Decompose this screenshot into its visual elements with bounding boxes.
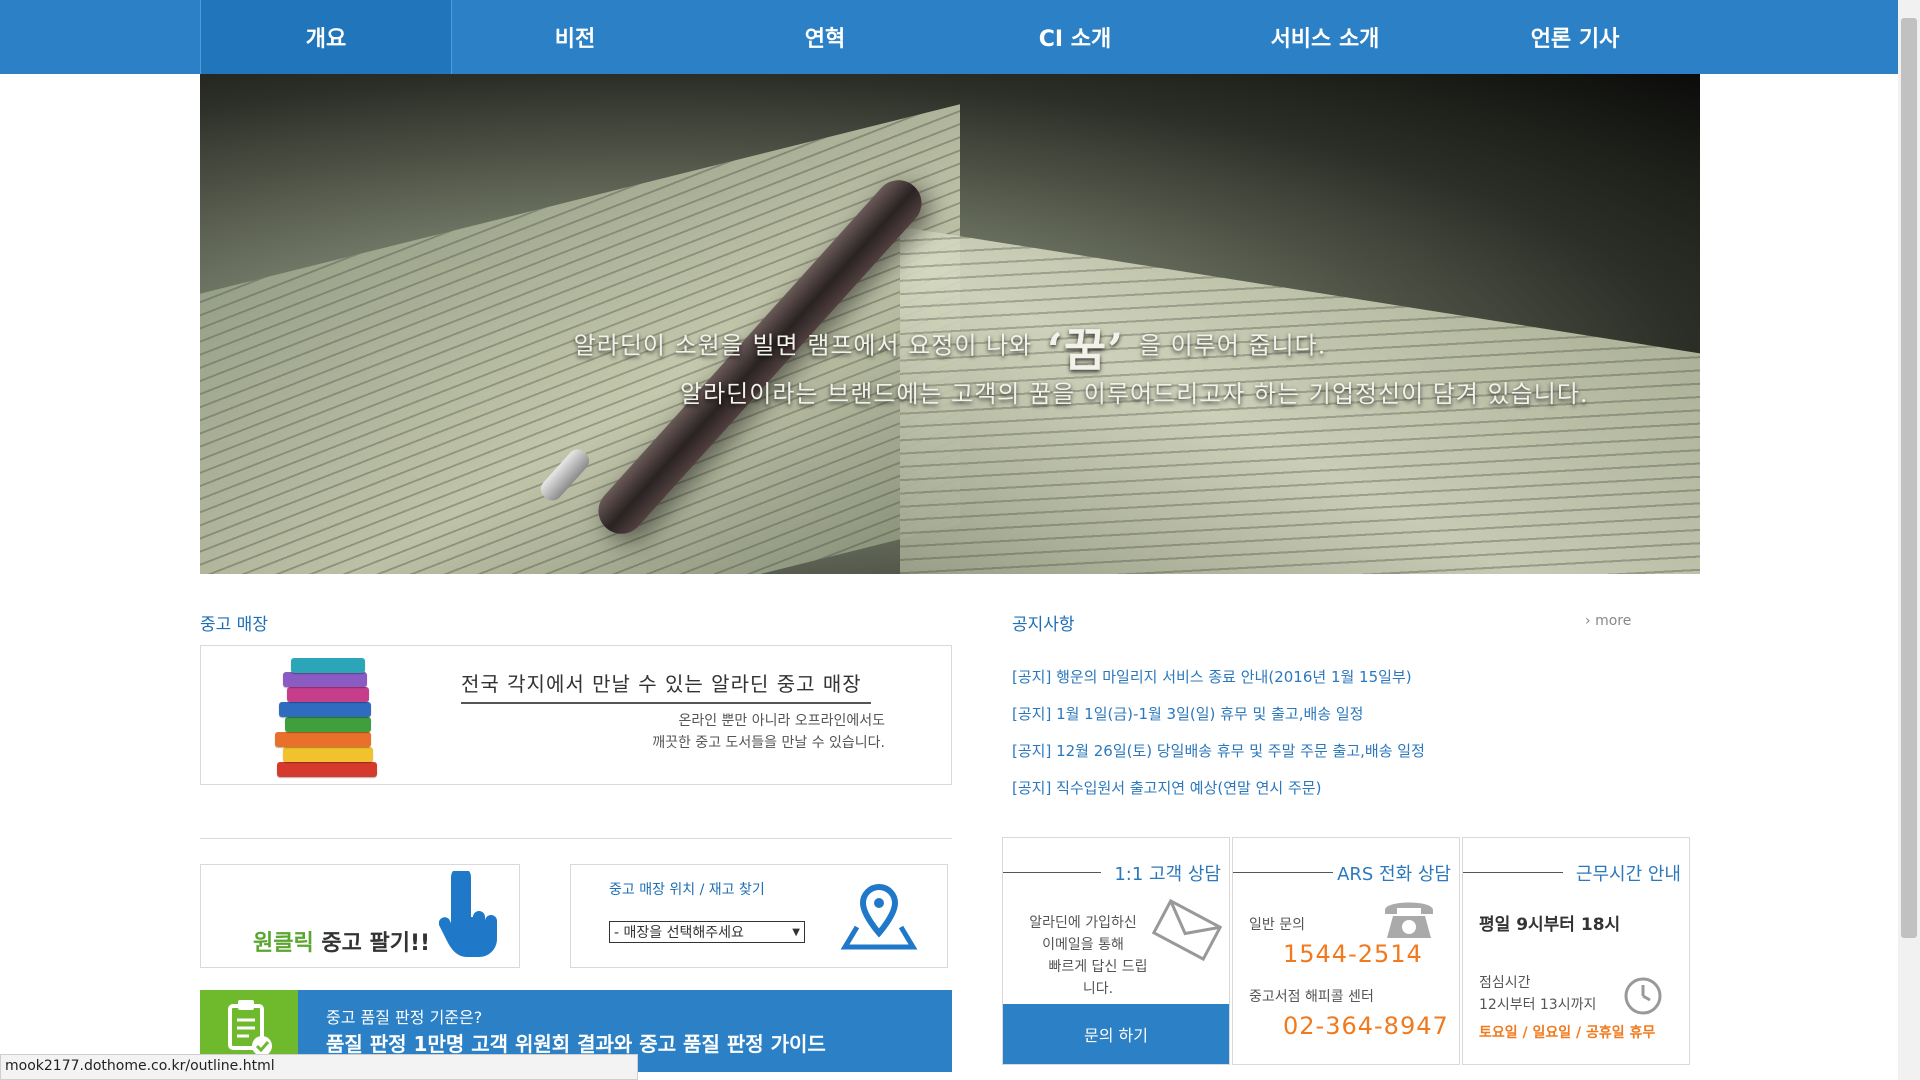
clock-icon [1624,977,1662,1015]
pointing-hand-icon [439,871,497,957]
weekday-hours: 평일 9시부터 18시 [1479,915,1621,935]
nav-item-overview[interactable]: 개요 [200,0,452,74]
store-select-value: - 매장을 선택해주세요 [614,925,744,941]
hero-tagline: 알라딘이 소원을 빌면 램프에서 요정이 나와 ‘꿈’ 을 이루어 줍니다. [200,314,1700,380]
consult-desc-line3: 빠르게 답신 드립니다. [1048,959,1148,997]
used-store-banner[interactable]: 전국 각지에서 만날 수 있는 알라딘 중고 매장 온라인 뿐만 아니라 오프라… [200,645,952,785]
notice-item[interactable]: [공지] 1월 1일(금)-1월 3일(일) 휴무 및 출고,배송 일정 [1012,703,1363,724]
general-inquiry-number[interactable]: 1544-2514 [1283,940,1423,968]
store-finder: 중고 매장 위치 / 재고 찾기 - 매장을 선택해주세요 ▼ [570,864,948,968]
envelope-icon [1151,898,1223,962]
closed-days: 토요일 / 일요일 / 공휴일 휴무 [1479,1025,1656,1041]
dropdown-arrow-icon: ▼ [792,926,800,938]
more-label: more [1595,613,1632,629]
telephone-icon [1385,902,1433,938]
nav-item-ci[interactable]: CI 소개 [950,0,1200,74]
lunch-info: 점심시간 12시부터 13시까지 [1479,972,1596,1016]
map-pin-icon[interactable] [839,883,919,951]
hero-dream-word: ‘꿈’ [1046,323,1125,377]
scrollbar-thumb[interactable] [1901,18,1917,938]
hours-title: 근무시간 안내 [1575,864,1681,885]
nav-item-service[interactable]: 서비스 소개 [1200,0,1450,74]
ars-phone-consult-box: ARS 전화 상담 일반 문의 1544-2514 중고서점 해피콜 센터 02… [1232,837,1460,1065]
headline-underline [461,702,871,704]
top-nav: 개요 비전 연혁 CI 소개 서비스 소개 언론 기사 [0,0,1898,74]
hero-tagline-start: 알라딘이 소원을 빌면 램프에서 요정이 나와 [573,331,1033,360]
notices-more-link[interactable]: › more [1585,613,1631,629]
used-store-desc-line2: 깨끗한 중고 도서들을 만날 수 있습니다. [652,735,885,751]
title-rule [1233,872,1333,873]
notice-item[interactable]: [공지] 행운의 마일리지 서비스 종료 안내(2016년 1월 15일부) [1012,666,1412,687]
nav-item-press[interactable]: 언론 기사 [1450,0,1700,74]
used-store-description: 온라인 뿐만 아니라 오프라인에서도 깨끗한 중고 도서들을 만날 수 있습니다… [652,710,885,754]
hero-banner: 알라딘이 소원을 빌면 램프에서 요정이 나와 ‘꿈’ 을 이루어 줍니다. 알… [200,74,1700,574]
one-click-sell-button[interactable]: 원클릭 중고 팔기!! [200,864,520,968]
quality-question: 중고 품질 판정 기준은? [326,1008,483,1027]
consult-desc-line2: 이메일을 통해 [1042,937,1124,953]
consult-title: 1:1 고객 상담 [1114,864,1221,885]
status-url: mook2177.dothome.co.kr/outline.html [5,1058,275,1074]
used-store-title: 중고 매장 [200,615,268,635]
one-click-rest: 중고 팔기!! [313,931,431,956]
inquiry-button[interactable]: 문의 하기 [1003,1004,1229,1064]
happy-call-label: 중고서점 해피콜 센터 [1249,989,1374,1005]
general-inquiry-label: 일반 문의 [1249,917,1305,933]
store-select-dropdown[interactable]: - 매장을 선택해주세요 ▼ [609,921,805,943]
hero-tagline-end: 을 이루어 줍니다. [1138,331,1327,360]
book-stack-icon [271,654,381,779]
title-rule [1003,872,1101,873]
chevron-right-icon: › [1585,613,1591,629]
one-on-one-consult-box: 1:1 고객 상담 알라딘에 가입하신 이메일을 통해 빠르게 답신 드립니다.… [1002,837,1230,1065]
nav-item-history[interactable]: 연혁 [700,0,950,74]
one-click-sell-label: 원클릭 중고 팔기!! [253,925,430,957]
browser-status-bar: mook2177.dothome.co.kr/outline.html [0,1054,638,1080]
notice-item[interactable]: [공지] 12월 26일(토) 당일배송 휴무 및 주말 주문 출고,배송 일정 [1012,740,1425,761]
one-click-highlight: 원클릭 [253,931,314,956]
store-finder-label: 중고 매장 위치 / 재고 찾기 [609,882,765,898]
used-store-desc-line1: 온라인 뿐만 아니라 오프라인에서도 [678,713,885,729]
quality-guide-title: 품질 판정 1만명 고객 위원회 결과와 중고 품질 판정 가이드 [326,1032,826,1056]
notices-title: 공지사항 [1012,615,1075,635]
nav-item-vision[interactable]: 비전 [450,0,700,74]
hero-subtitle: 알라딘이라는 브랜드에는 고객의 꿈을 이루어드리고자 하는 기업정신이 담겨 … [680,380,1589,408]
used-store-headline: 전국 각지에서 만날 수 있는 알라딘 중고 매장 [461,672,862,696]
consult-description: 알라딘에 가입하신 이메일을 통해 빠르게 답신 드립니다. [1003,912,1153,1000]
lunch-time: 12시부터 13시까지 [1479,997,1597,1013]
title-rule [1463,872,1563,873]
consult-desc-line1: 알라딘에 가입하신 [1029,915,1137,931]
lunch-label: 점심시간 [1479,975,1531,991]
happy-call-number[interactable]: 02-364-8947 [1283,1012,1449,1040]
working-hours-box: 근무시간 안내 평일 9시부터 18시 점심시간 12시부터 13시까지 토요일… [1462,837,1690,1065]
notice-item[interactable]: [공지] 직수입원서 출고지연 예상(연말 연시 주문) [1012,777,1321,798]
section-divider [200,838,952,839]
ars-title: ARS 전화 상담 [1337,864,1451,885]
